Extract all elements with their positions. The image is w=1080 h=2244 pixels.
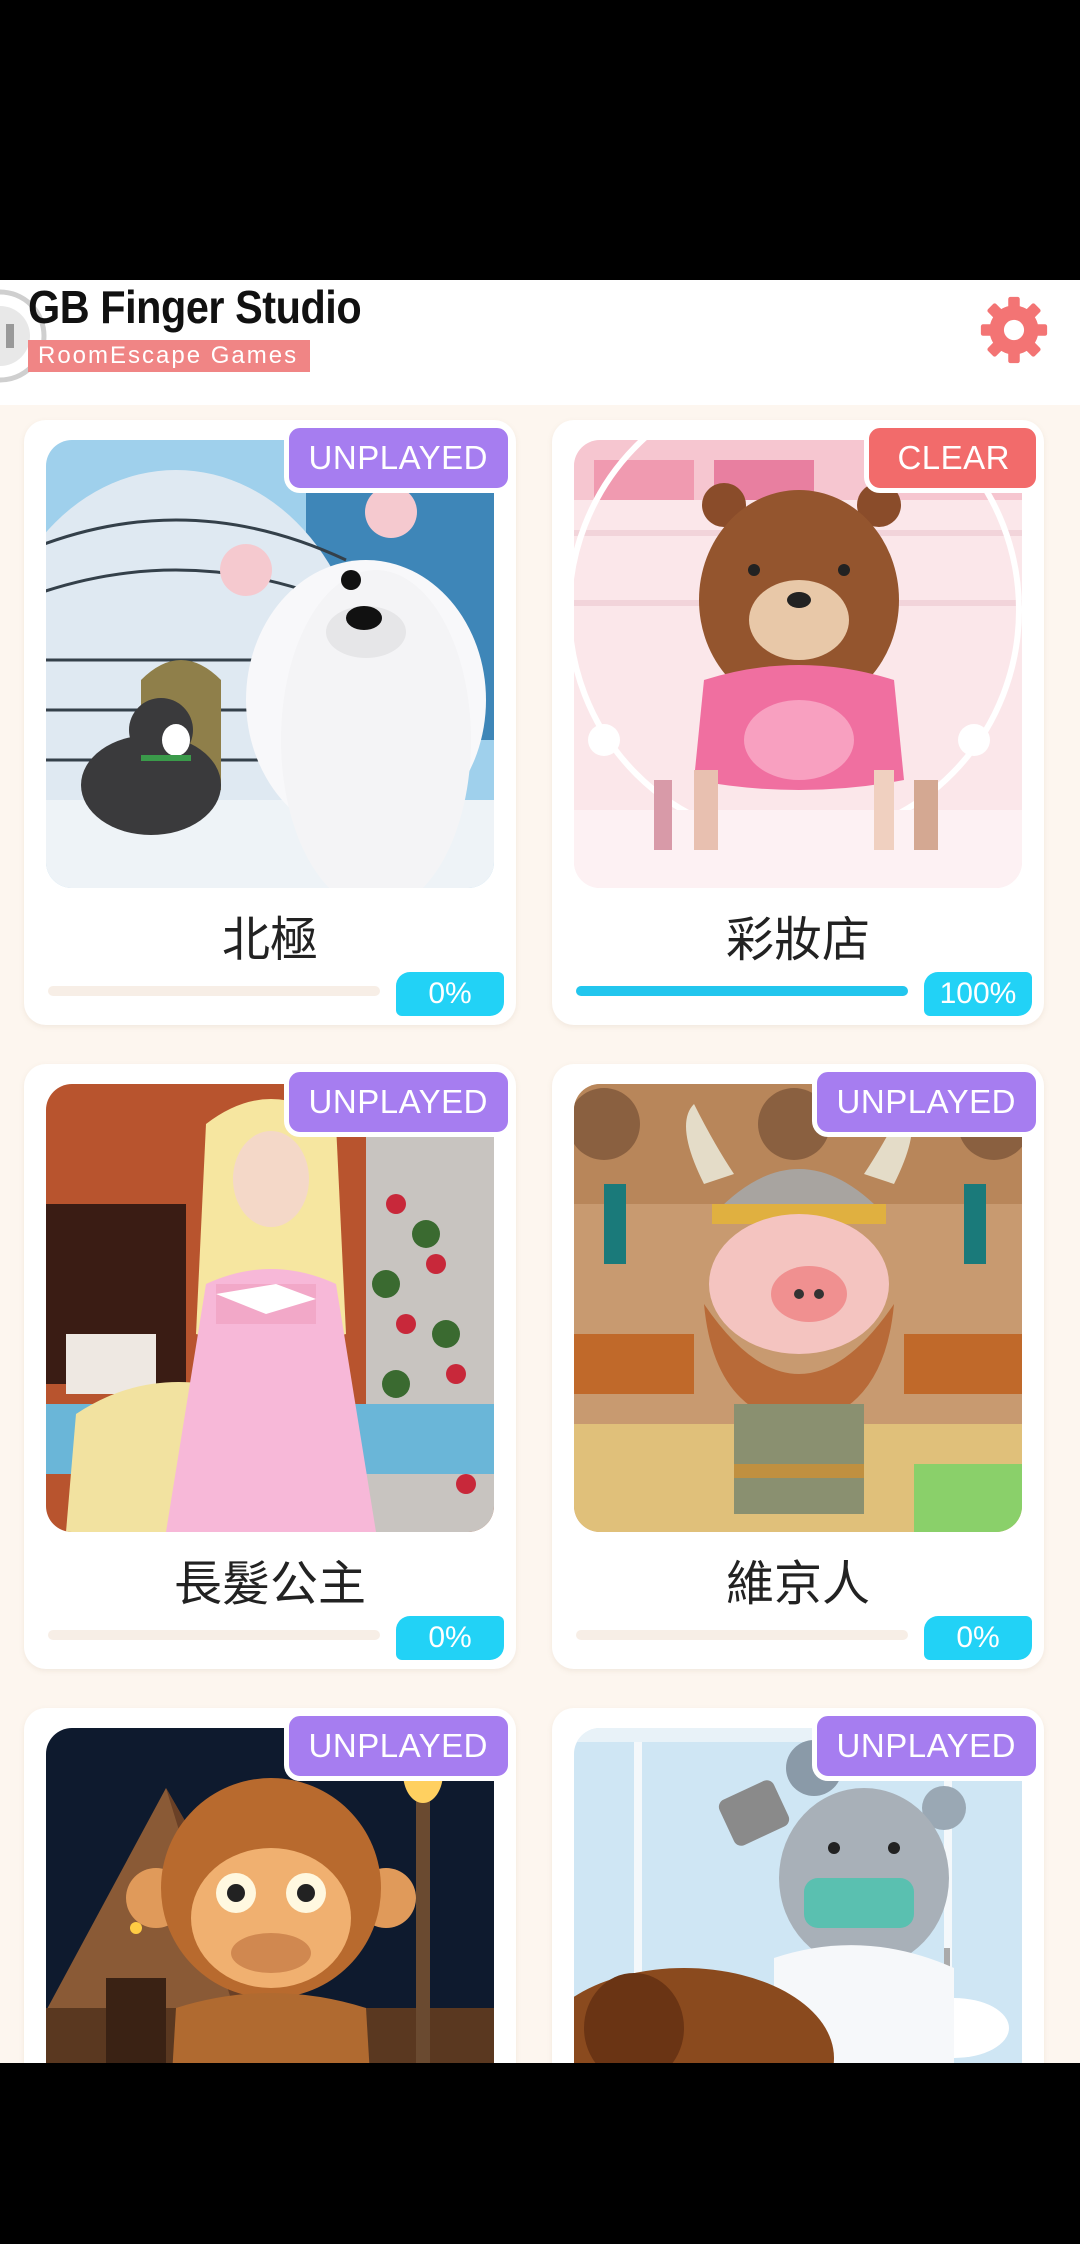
app-screen: GB Finger Studio RoomEscape Games UNPLAY… (0, 280, 1080, 2063)
level-thumbnail (574, 1084, 1022, 1532)
level-title: 維京人 (725, 1556, 870, 1612)
progress-bar (576, 986, 908, 996)
level-title: 長髮公主 (173, 1556, 366, 1612)
level-card-dentist[interactable]: UNPLAYED (552, 1708, 1044, 2063)
level-card-viking[interactable]: UNPLAYED 維京人 0% (552, 1064, 1044, 1669)
progress-percent: 0% (396, 972, 504, 1016)
progress-bar (576, 1630, 908, 1640)
progress-bar (48, 986, 380, 996)
progress-percent: 100% (924, 972, 1032, 1016)
progress-percent: 0% (396, 1616, 504, 1660)
header: GB Finger Studio RoomEscape Games (0, 280, 1080, 405)
status-badge: UNPLAYED (283, 1711, 513, 1781)
status-badge: UNPLAYED (283, 423, 513, 493)
status-badge: UNPLAYED (811, 1711, 1041, 1781)
level-card-rapunzel[interactable]: UNPLAYED 長髮公主 0% (24, 1064, 516, 1669)
level-card-makeup-shop[interactable]: CLEAR 彩妝店 100% (552, 420, 1044, 1025)
level-thumbnail (46, 1084, 494, 1532)
level-title: 彩妝店 (725, 912, 870, 968)
gear-icon[interactable] (978, 294, 1050, 366)
progress-percent: 0% (924, 1616, 1032, 1660)
progress-fill (576, 986, 908, 996)
navigation-bar (0, 2063, 1080, 2244)
status-badge: CLEAR (864, 423, 1041, 493)
status-badge: UNPLAYED (811, 1067, 1041, 1137)
app-subtitle: RoomEscape Games (28, 340, 311, 372)
level-thumbnail (574, 440, 1022, 888)
app-title: GB Finger Studio (28, 281, 362, 333)
level-card-arctic[interactable]: UNPLAYED 北極 0% (24, 420, 516, 1025)
level-title: 北極 (221, 912, 318, 968)
status-bar (0, 0, 1080, 280)
level-thumbnail (46, 440, 494, 888)
progress-bar (48, 1630, 380, 1640)
level-card-pyramid[interactable]: UNPLAYED (24, 1708, 516, 2063)
status-badge: UNPLAYED (283, 1067, 513, 1137)
